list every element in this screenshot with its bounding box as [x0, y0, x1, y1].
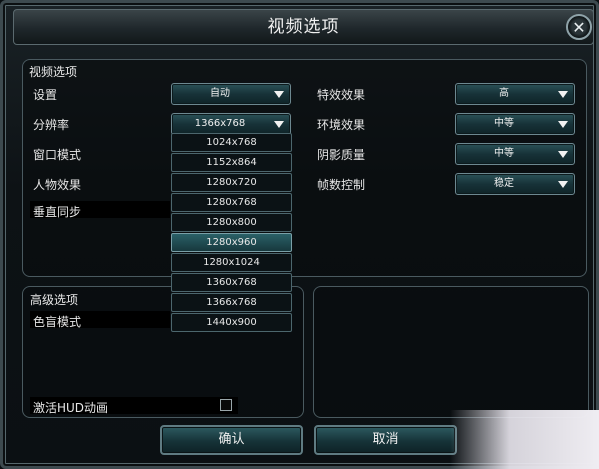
- environment-effects-value: 中等: [494, 118, 514, 129]
- environment-effects-label: 环境效果: [317, 118, 366, 132]
- preview-panel: [313, 286, 589, 418]
- hud-animation-checkbox[interactable]: [220, 399, 232, 411]
- chevron-down-icon: [558, 181, 568, 188]
- framerate-control-value: 稳定: [494, 178, 514, 189]
- close-button[interactable]: ✕: [566, 14, 592, 40]
- resolution-value: 1366x768: [194, 118, 246, 129]
- special-effects-value: 高: [499, 88, 509, 99]
- resolution-option-highlighted[interactable]: 1280x960: [171, 233, 292, 252]
- special-effects-select[interactable]: 高: [455, 83, 575, 105]
- shadow-quality-select[interactable]: 中等: [455, 143, 575, 165]
- environment-effects-select[interactable]: 中等: [455, 113, 575, 135]
- resolution-select[interactable]: 1366x768: [171, 113, 291, 135]
- advanced-section-title: 高级选项: [30, 293, 79, 307]
- resolution-option[interactable]: 1280x1024: [171, 253, 292, 272]
- resolution-option[interactable]: 1024x768: [171, 133, 292, 152]
- window-title: 视频选项: [267, 17, 340, 37]
- colorblind-mode-label: 色盲模式: [33, 315, 82, 329]
- resolution-option[interactable]: 1280x800: [171, 213, 292, 232]
- resolution-option[interactable]: 1152x864: [171, 153, 292, 172]
- close-icon: ✕: [572, 17, 586, 37]
- hud-animation-label: 激活HUD动画: [33, 401, 109, 415]
- settings-value: 自动: [210, 88, 230, 99]
- resolution-option[interactable]: 1366x768: [171, 293, 292, 312]
- resolution-option[interactable]: 1280x720: [171, 173, 292, 192]
- framerate-control-select[interactable]: 稳定: [455, 173, 575, 195]
- chevron-down-icon: [558, 121, 568, 128]
- shadow-quality-label: 阴影质量: [317, 148, 366, 162]
- resolution-dropdown-list: 1024x768 1152x864 1280x720 1280x768 1280…: [171, 133, 292, 333]
- resolution-option[interactable]: 1280x768: [171, 193, 292, 212]
- chevron-down-icon: [558, 151, 568, 158]
- title-bar: 视频选项: [13, 9, 594, 45]
- chevron-down-icon: [274, 121, 284, 128]
- watermark-fade: [450, 410, 599, 469]
- cancel-button[interactable]: 取消: [314, 425, 457, 455]
- video-options-window: 视频选项 ✕ 视频选项 设置 自动 分辨率 1366x768 窗口模式 人物效果…: [0, 0, 599, 469]
- settings-select[interactable]: 自动: [171, 83, 291, 105]
- confirm-button[interactable]: 确认: [160, 425, 303, 455]
- character-effects-label: 人物效果: [33, 178, 82, 192]
- video-section-title: 视频选项: [29, 65, 78, 79]
- settings-label: 设置: [33, 88, 58, 102]
- resolution-option[interactable]: 1440x900: [171, 313, 292, 332]
- resolution-label: 分辨率: [33, 118, 70, 132]
- special-effects-label: 特效效果: [317, 88, 366, 102]
- shadow-quality-value: 中等: [494, 148, 514, 159]
- resolution-option[interactable]: 1360x768: [171, 273, 292, 292]
- chevron-down-icon: [274, 91, 284, 98]
- chevron-down-icon: [558, 91, 568, 98]
- vsync-label: 垂直同步: [33, 205, 82, 219]
- window-mode-label: 窗口模式: [33, 148, 82, 162]
- framerate-control-label: 帧数控制: [317, 178, 366, 192]
